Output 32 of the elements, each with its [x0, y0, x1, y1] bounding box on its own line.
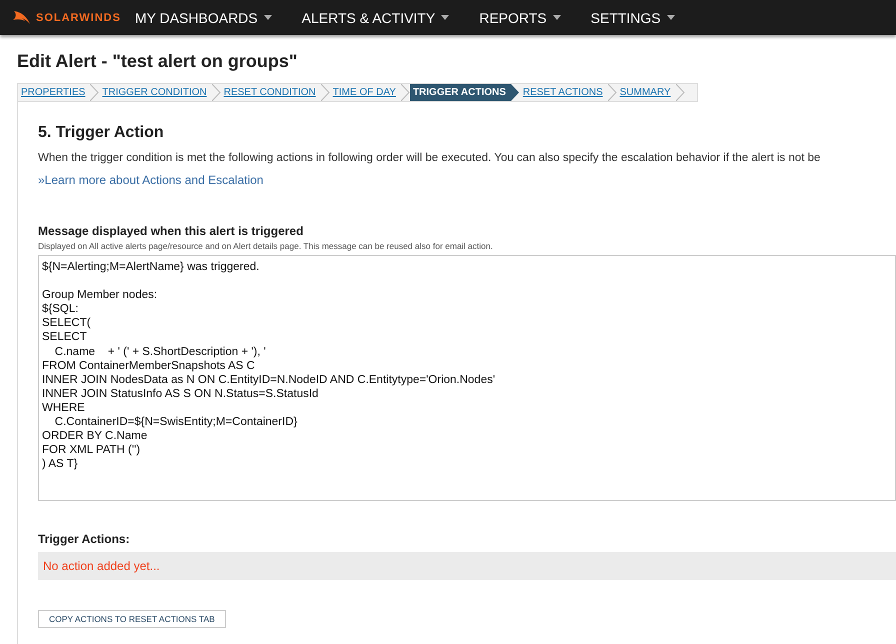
chevron-icon: [676, 84, 685, 101]
message-label: Message displayed when this alert is triggered: [38, 224, 304, 238]
empty-actions-message: No action added yet...: [43, 559, 160, 573]
wizard-step[interactable]: PROPERTIES: [18, 84, 90, 101]
nav-menu-item[interactable]: MY DASHBOARDS: [134, 10, 272, 26]
chevron-icon: [212, 84, 221, 101]
nav-menu-item[interactable]: REPORTS: [479, 10, 561, 26]
wizard-step[interactable]: TRIGGER CONDITION: [99, 84, 212, 101]
caret-icon: [552, 15, 561, 20]
caret-icon: [441, 15, 450, 20]
section-heading: 5. Trigger Action: [38, 124, 165, 142]
nav-menu-item[interactable]: SETTINGS: [590, 10, 675, 26]
caret-icon: [264, 15, 272, 20]
flame-logo-icon: [12, 10, 32, 26]
nav-menu-item[interactable]: ALERTS & ACTIVITY: [302, 10, 450, 26]
wizard-step[interactable]: TIME OF DAY: [330, 84, 401, 101]
message-hint: Displayed on All active alerts page/resource and on Alert details page. This message can be reused also for email action.: [38, 241, 494, 251]
chevron-icon: [400, 84, 410, 101]
brand-name: SOLARWINDS: [36, 12, 121, 24]
message-field[interactable]: ${N=Alerting;M=AlertName} was triggered. Group Member nodes: ${SQL: SELECT( SELECT C.name + ' (' + S.ShortDescription + '), ' FROM ContainerMemberSnapshots AS C INNER JOIN NodesData as N ON C.EntityID=N.NodeID AND C.Entitytype='Orion.Nodes' INNER JOIN StatusInfo AS S ON N.Status=S.StatusId WHERE C.ContainerID=${N=SwisEntity;M=ContainerID} ORDER BY C.Name FOR XML PATH ('') ) AS T}: [38, 255, 896, 501]
trigger-actions-label: Trigger Actions:: [38, 532, 131, 546]
page-title: Edit Alert - "test alert on groups": [17, 51, 298, 73]
copy-actions-button[interactable]: COPY ACTIONS TO RESET ACTIONS TAB: [38, 610, 226, 628]
wizard-step[interactable]: SUMMARY: [616, 84, 676, 101]
chevron-icon: [90, 84, 100, 101]
wizard-step[interactable]: RESET ACTIONS: [520, 84, 608, 101]
chevron-icon: [320, 84, 330, 101]
learn-more-link[interactable]: »Learn more about Actions and Escalation: [38, 173, 264, 187]
chevron-icon: [608, 84, 617, 101]
caret-icon: [666, 15, 675, 20]
section-description: When the trigger condition is met the following actions in following order will be executed. You can also specify the escalation behavior if the alert is not be: [38, 152, 822, 164]
wizard-step[interactable]: RESET CONDITION: [220, 84, 321, 101]
